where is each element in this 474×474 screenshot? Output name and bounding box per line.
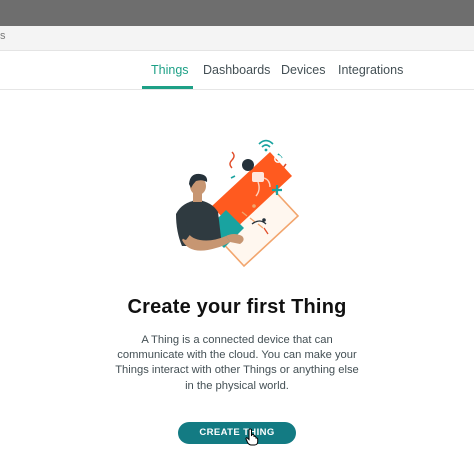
page-title: Create your first Thing	[127, 296, 347, 318]
tab-things[interactable]: Things	[151, 63, 189, 77]
address-text: s	[0, 30, 6, 42]
top-nav: Things Dashboards Devices Integrations	[0, 51, 474, 90]
active-tab-indicator	[142, 86, 193, 89]
person-with-connected-devices-illustration	[160, 128, 310, 268]
browser-address-bar[interactable]: s	[0, 26, 474, 51]
create-thing-button[interactable]: CREATE THING	[178, 422, 296, 444]
tab-dashboards[interactable]: Dashboards	[203, 63, 270, 77]
hand-pointer-icon	[245, 428, 259, 446]
empty-state-description: A Thing is a connected device that can c…	[115, 334, 359, 392]
tab-devices[interactable]: Devices	[281, 63, 325, 77]
tab-integrations[interactable]: Integrations	[338, 63, 403, 77]
browser-top-bar	[0, 0, 474, 26]
